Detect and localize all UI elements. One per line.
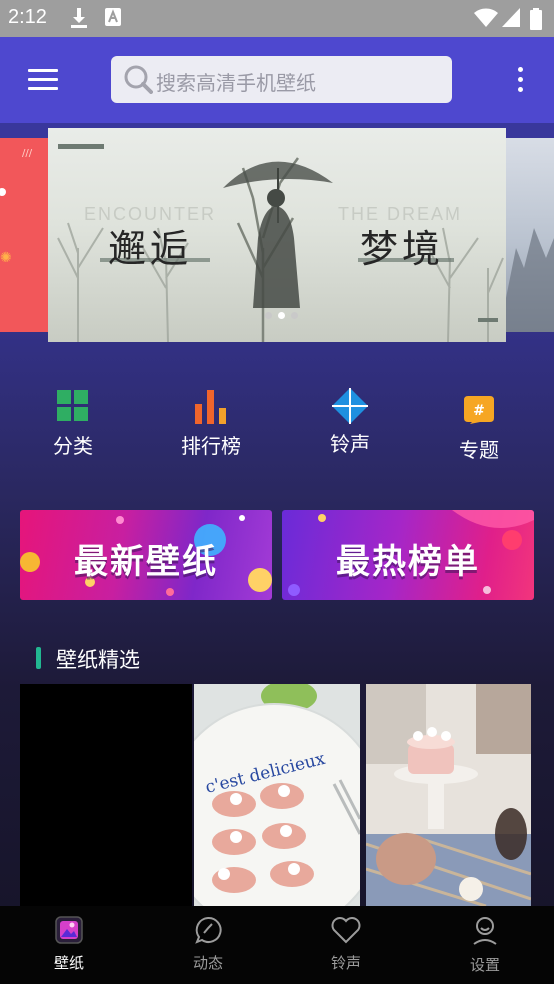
nav-label: 设置 (469, 956, 500, 974)
user-icon (473, 917, 497, 945)
status-time: 2:12 (8, 6, 47, 28)
wallpaper-thumbnail[interactable] (366, 684, 531, 906)
category-label: 专题 (459, 438, 499, 462)
promo-newest-wallpapers[interactable]: 最新壁纸 (20, 510, 272, 600)
carousel-indicator (265, 304, 304, 323)
status-bar: 2:12 (0, 0, 554, 37)
signal-icon (502, 8, 520, 27)
app-header: 搜索高清手机壁纸 (0, 37, 554, 123)
more-options-button[interactable] (510, 67, 530, 95)
banner-title-left: 邂逅 (108, 227, 193, 271)
slide-decoration (506, 228, 554, 332)
nav-label: 动态 (192, 954, 223, 972)
svg-text:#: # (473, 403, 485, 419)
nav-settings[interactable]: 设置 (445, 916, 525, 975)
promo-label: 最新壁纸 (74, 542, 218, 582)
menu-icon (28, 69, 58, 72)
svg-text:///: /// (22, 148, 33, 159)
text-notification-icon (105, 8, 121, 26)
promo-label: 最热榜单 (336, 542, 480, 582)
search-icon (124, 65, 153, 94)
nav-dynamics[interactable]: 动态 (168, 916, 248, 973)
carousel-dot (291, 312, 298, 319)
category-label: 排行榜 (181, 434, 241, 458)
carousel-dot-active (278, 312, 285, 319)
category-label: 铃声 (330, 432, 370, 456)
category-label: 分类 (53, 434, 93, 458)
category-classify[interactable]: 分类 (28, 390, 118, 459)
wallpaper-thumbnail[interactable] (20, 684, 192, 906)
wallpaper-thumbnail[interactable]: c'est delicieux (194, 684, 360, 906)
heart-icon (331, 917, 361, 944)
chat-bubble-icon (195, 916, 222, 944)
more-vertical-icon (517, 67, 523, 72)
dessert-plate-image: c'est delicieux (194, 684, 360, 906)
banner-prev-slide[interactable]: /// ✺ (0, 138, 48, 332)
carousel-dot (265, 312, 272, 319)
nav-wallpaper[interactable]: 壁纸 (29, 916, 109, 973)
diamond-icon (332, 388, 368, 424)
wifi-icon (474, 8, 498, 27)
banner-next-slide[interactable] (506, 138, 554, 332)
cafe-desserts-image (366, 684, 531, 906)
banner-title-right: 梦境 (360, 227, 445, 271)
bottom-navigation: 壁纸 动态 铃声 设置 (0, 906, 554, 984)
battery-icon (530, 8, 542, 30)
nav-label: 铃声 (330, 954, 361, 972)
slide-decoration: /// ✺ (0, 148, 33, 266)
category-ranking[interactable]: 排行榜 (166, 390, 256, 459)
nav-label: 壁纸 (53, 954, 84, 972)
wallpaper-icon (55, 916, 83, 944)
section-accent-bar (36, 647, 41, 669)
grid-icon (57, 390, 88, 421)
category-topics[interactable]: # 专题 (434, 396, 524, 463)
section-title: 壁纸精选 (56, 648, 140, 672)
search-bar[interactable]: 搜索高清手机壁纸 (111, 56, 452, 103)
bar-chart-icon (195, 390, 226, 424)
category-ringtone[interactable]: 铃声 (305, 388, 395, 457)
promo-hottest-list[interactable]: 最热榜单 (282, 510, 534, 600)
svg-text:✺: ✺ (0, 250, 12, 266)
nav-ringtone[interactable]: 铃声 (306, 916, 386, 973)
download-icon (71, 8, 87, 28)
search-placeholder: 搜索高清手机壁纸 (156, 71, 316, 95)
menu-button[interactable] (28, 69, 58, 91)
hashtag-icon: # (464, 396, 494, 424)
